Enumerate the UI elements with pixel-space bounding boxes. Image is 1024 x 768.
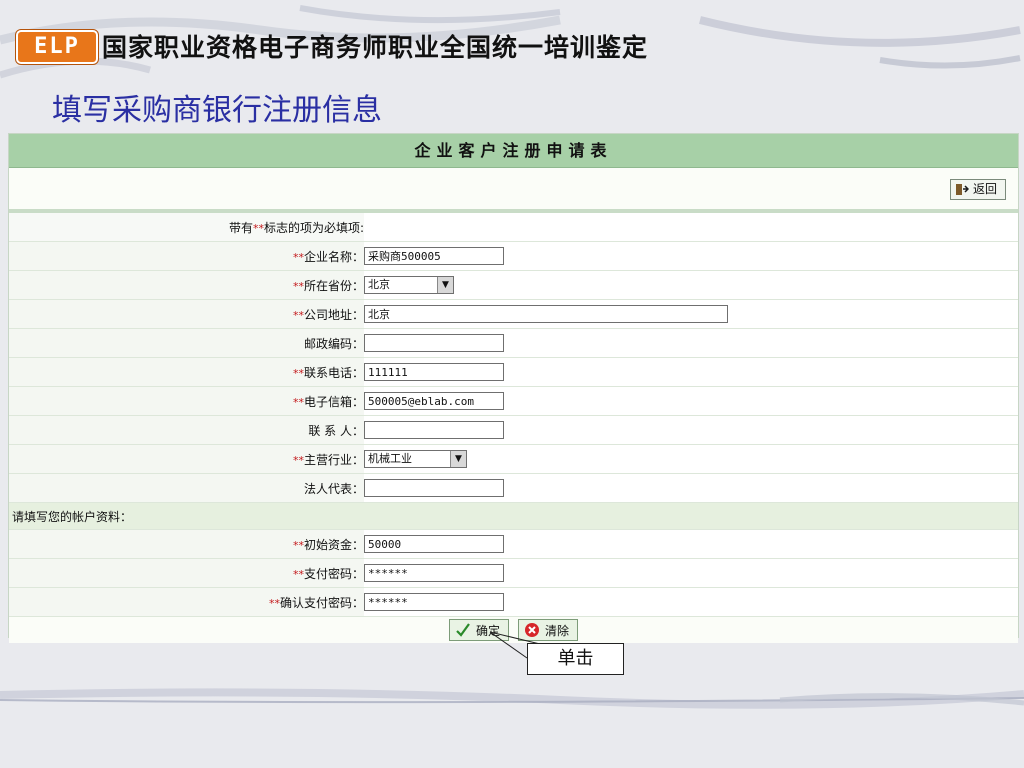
callout-click: 单击 bbox=[527, 643, 624, 675]
callout-pointer bbox=[489, 631, 541, 659]
